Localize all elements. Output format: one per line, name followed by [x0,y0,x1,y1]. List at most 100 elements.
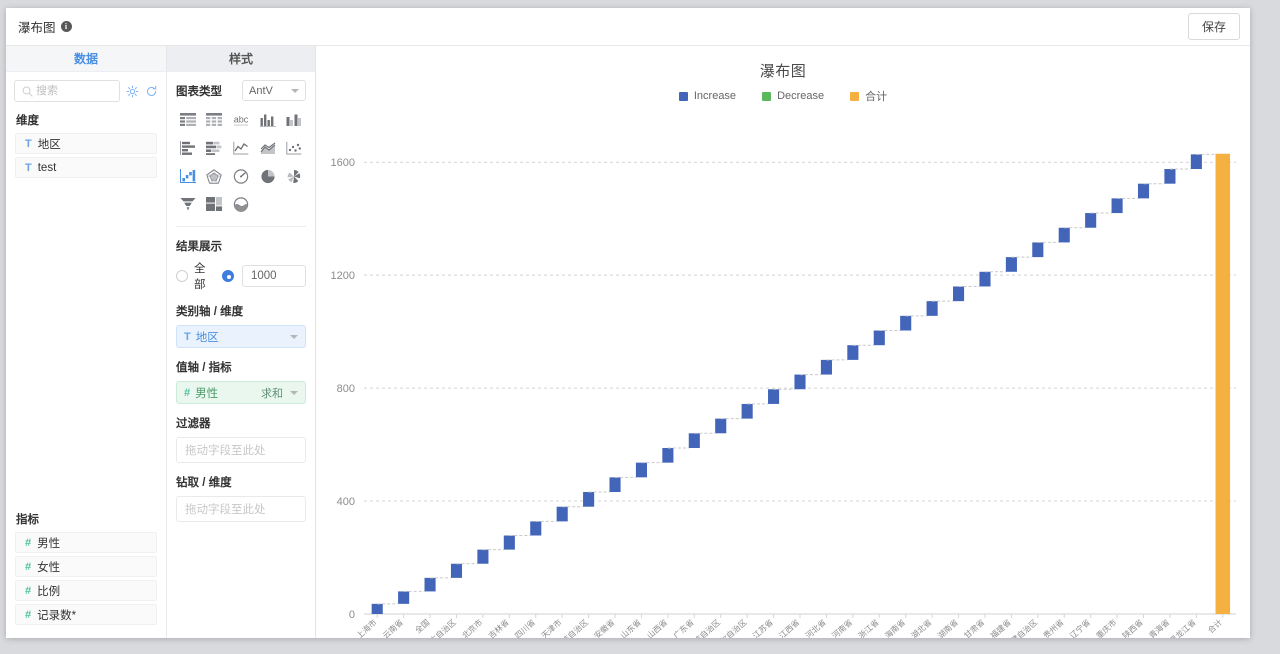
stacked-bar-icon[interactable] [203,138,227,158]
info-icon[interactable]: i [60,21,72,32]
text-icon[interactable]: abc [229,110,253,130]
rose-chart-icon[interactable] [282,166,306,186]
chart-type-icon-grid: abc [176,110,306,214]
field-type-icon: # [25,560,32,573]
value-field-label: 男性 [195,387,219,400]
radar-chart-icon[interactable] [203,166,227,186]
style-divider [176,226,306,227]
search-input-wrapper[interactable] [14,80,120,102]
legend-swatch [762,91,772,101]
legend-item-total[interactable]: 合计 [850,88,887,104]
chart-legend: Increase Decrease 合计 [316,88,1250,104]
svg-text:江西省: 江西省 [777,617,802,638]
value-axis-label: 值轴 / 指标 [176,362,232,374]
result-display-section: 结果展示 全部 [176,238,306,292]
cross-table-icon[interactable] [203,110,227,130]
main-body: 数据 维度 [6,46,1250,638]
data-panel: 数据 维度 [6,46,167,638]
value-axis-field[interactable]: # 男性 求和 [176,381,306,404]
tab-style[interactable]: 样式 [167,46,315,72]
area-chart-icon[interactable] [256,138,280,158]
column-chart-icon[interactable] [256,110,280,130]
category-field-left: T 地区 [184,329,219,345]
treemap-chart-icon[interactable] [203,194,227,214]
svg-text:安徽省: 安徽省 [592,617,617,638]
svg-text:1600: 1600 [331,157,355,169]
legend-label: 合计 [865,91,888,103]
grouped-column-icon[interactable] [282,110,306,130]
radio-all[interactable] [176,270,188,282]
value-field-agg: 求和 [261,387,283,400]
filter-section: 过滤器 拖动字段至此处 [176,415,306,463]
table-icon[interactable] [176,110,200,130]
svg-text:北京市: 北京市 [460,617,485,638]
svg-text:0: 0 [349,609,355,621]
scatter-chart-icon[interactable] [282,138,306,158]
chevron-down-icon [290,334,298,339]
category-axis-field[interactable]: T 地区 [176,325,306,348]
waterfall-chart-svg: 040080012001600上海市 云南省 全国内蒙古自治区 北京市 吉林省 四川省 天津… [331,153,1236,638]
value-field-left: # 男性 [184,385,218,401]
svg-text:四川省: 四川省 [513,617,538,638]
legend-item-decrease[interactable]: Decrease [762,90,824,102]
metric-field-nvxing[interactable]: # 女性 [15,556,157,577]
app-window: 瀑布图 i 保存 数据 搜索 维度 T 地区 T test 指标 # 男性 # … [6,8,1250,638]
filter-label: 过滤器 [176,418,211,430]
svg-text:上海市: 上海市 [354,617,379,638]
dimension-field-test[interactable]: T test [15,157,157,178]
chart-area: 瀑布图 Increase Decrease 合计 0 400 800 1200 1600… [316,46,1250,638]
tab-data[interactable]: 数据 [6,46,166,72]
metric-field-jilushu[interactable]: # 记录数* [15,604,157,625]
svg-text:1200: 1200 [331,270,355,282]
value-axis-section: 值轴 / 指标 # 男性 求和 [176,359,306,404]
category-field-right [286,334,298,339]
result-display-label: 结果展示 [176,241,222,253]
svg-text:全国: 全国 [413,617,432,635]
radio-limit[interactable] [222,270,234,282]
legend-swatch [678,91,688,101]
gauge-chart-icon[interactable] [229,166,253,186]
gear-icon[interactable] [126,85,139,98]
bar-chart-icon[interactable] [176,138,200,158]
category-field-label: 地区 [195,331,219,344]
chart-engine-select[interactable]: AntV [242,80,306,101]
chevron-down-icon [290,390,298,395]
svg-text:河南省: 河南省 [830,617,855,638]
metric-field-bili[interactable]: # 比例 [15,580,157,601]
svg-text:福建省: 福建省 [988,617,1013,638]
field-type-icon: # [25,536,32,549]
svg-text:800: 800 [337,383,355,395]
filter-dropzone[interactable]: 拖动字段至此处 [176,437,306,463]
result-limit-input[interactable] [242,265,306,287]
field-type-icon: # [184,386,191,399]
svg-text:贵州省: 贵州省 [1041,617,1066,638]
metric-field-nanxing[interactable]: # 男性 [15,532,157,553]
field-type-icon: T [25,137,32,150]
result-display-row: 全部 [176,260,306,292]
svg-text:浙江省: 浙江省 [856,617,881,638]
line-chart-icon[interactable] [229,138,253,158]
svg-text:河北省: 河北省 [803,617,828,638]
waterfall-chart-icon[interactable] [176,166,200,186]
category-axis-section: 类别轴 / 维度 T 地区 [176,303,306,348]
legend-swatch [850,91,860,101]
chevron-down-icon [291,88,299,93]
svg-text:山西省: 山西省 [645,617,670,638]
liquid-chart-icon[interactable] [229,194,253,214]
page-title: 瀑布图 [18,21,56,35]
funnel-chart-icon[interactable] [176,194,200,214]
legend-item-increase[interactable]: Increase [678,90,736,102]
field-label: 记录数* [37,609,77,622]
field-type-icon: T [25,161,32,174]
svg-text:合计: 合计 [1206,617,1225,635]
top-bar: 瀑布图 i 保存 [6,8,1250,46]
refresh-icon[interactable] [145,85,158,98]
search-input[interactable] [34,84,113,98]
search-row [6,72,166,108]
svg-text:江苏省: 江苏省 [750,617,775,638]
save-button[interactable]: 保存 [1187,13,1240,40]
pie-chart-icon[interactable] [256,166,280,186]
dimension-field-diqu[interactable]: T 地区 [15,133,157,154]
svg-text:abc: abc [234,115,249,125]
drill-dropzone[interactable]: 拖动字段至此处 [176,496,306,522]
